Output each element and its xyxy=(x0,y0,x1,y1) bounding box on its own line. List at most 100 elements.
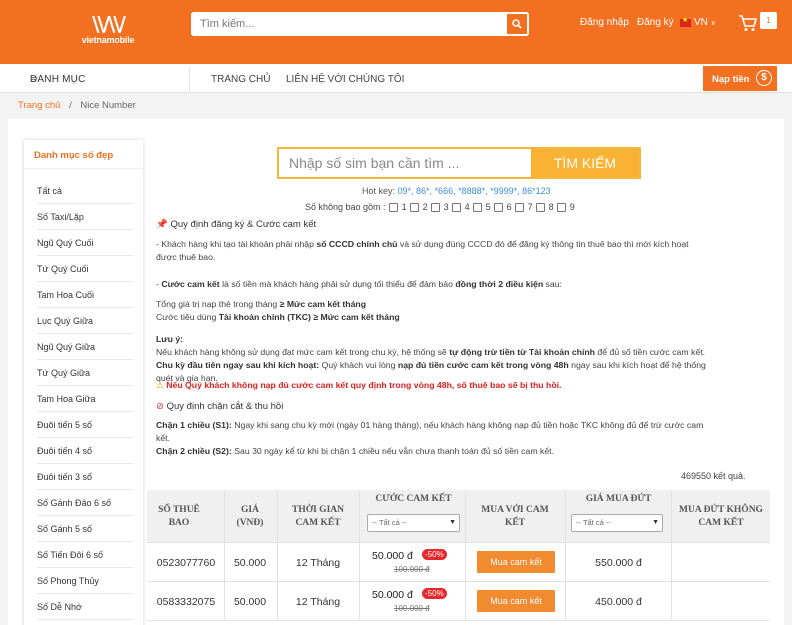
text-bold: Chặn 1 chiều (S1): xyxy=(156,420,232,430)
exclude-checkbox-6[interactable]: 6 xyxy=(493,202,512,212)
sidebar-item-duoi-tien-4[interactable]: Đuôi tiến 4 số xyxy=(37,438,133,464)
text-bold: Cước cam kết xyxy=(161,279,220,289)
sidebar-item-tam-hoa-giua[interactable]: Tam Hoa Giữa xyxy=(37,386,133,412)
sidebar-item-taxi[interactable]: Số Taxi/Lặp xyxy=(37,204,133,230)
hotkey-row: Hot key: 09*, 86*, *666, *8888*, *9999*,… xyxy=(362,186,551,196)
checkbox-box[interactable] xyxy=(556,202,566,212)
sidebar-item-tam-hoa-cuoi[interactable]: Tam Hoa Cuối xyxy=(37,282,133,308)
checkbox-label: 7 xyxy=(527,202,533,212)
search-button[interactable] xyxy=(505,12,529,36)
language-selector[interactable]: VN ∨ xyxy=(694,17,716,28)
header-text: GIÁ xyxy=(241,504,259,515)
checkbox-box[interactable] xyxy=(493,202,503,212)
col-outright: GIÁ MUA ĐỨT xyxy=(585,494,652,504)
commit-price: 50.000 đ xyxy=(372,550,413,562)
hamburger-icon: ≡ xyxy=(30,74,37,86)
outright-filter-select[interactable]: -- Tất cả -- ▼ xyxy=(571,514,663,532)
sidebar-item-all[interactable]: Tất cả xyxy=(37,178,133,204)
warning-message: Nếu Quý khách không nạp đủ cước cam kết … xyxy=(166,380,562,390)
checkbox-label: 2 xyxy=(422,202,428,212)
category-menu-toggle[interactable]: DANH MỤC ≡ xyxy=(18,67,190,91)
sidebar-item-ganh-dao-6[interactable]: Số Gánh Đảo 6 số xyxy=(37,490,133,516)
divider xyxy=(277,490,278,621)
buy-commit-button[interactable]: Mua cam kết xyxy=(477,551,555,573)
text: Cước tiêu dùng xyxy=(156,312,219,322)
nav-home[interactable]: TRANG CHỦ xyxy=(211,74,270,85)
breadcrumb-home[interactable]: Trang chủ xyxy=(18,100,60,111)
sidebar-item-luc-quy-giua[interactable]: Lục Quý Giữa xyxy=(37,308,133,334)
sim-search-input[interactable] xyxy=(279,149,531,177)
pin-icon: 📌 xyxy=(156,219,168,230)
text: Quý khách vui lòng xyxy=(319,360,398,370)
checkbox-box[interactable] xyxy=(535,202,545,212)
sidebar-item-phong-thuy[interactable]: Số Phong Thủy xyxy=(37,568,133,594)
site-search-input[interactable] xyxy=(191,12,503,36)
cell-price: 50.000 xyxy=(233,557,267,569)
warning-icon: ⚠ xyxy=(156,380,164,390)
sidebar-item-de-nho[interactable]: Số Dễ Nhớ xyxy=(37,594,133,620)
text: để đủ số tiền cước cam kết. xyxy=(595,347,706,357)
sidebar-item-tien-doi-6[interactable]: Số Tiến Đôi 6 số xyxy=(37,542,133,568)
sidebar-item-tu-quy-giua[interactable]: Tứ Quý Giữa xyxy=(37,360,133,386)
exclude-checkbox-9[interactable]: 9 xyxy=(556,202,575,212)
text: Sau 30 ngày kể từ khi bị chặn 1 chiều nế… xyxy=(231,446,554,456)
text-bold: Chặn 2 chiều (S2): xyxy=(156,446,232,456)
checkbox-box[interactable] xyxy=(451,202,461,212)
checkbox-label: 5 xyxy=(485,202,491,212)
vietnam-flag-icon xyxy=(680,16,691,27)
col-price: GIÁ (VNĐ) xyxy=(225,490,275,543)
sidebar-item-ganh-5[interactable]: Số Gánh 5 số xyxy=(37,516,133,542)
site-search xyxy=(191,12,529,36)
checkbox-box[interactable] xyxy=(409,202,419,212)
sidebar-item-ngu-quy-cuoi[interactable]: Ngũ Quý Cuối xyxy=(37,230,133,256)
header-text: SỐ THUÊ xyxy=(158,504,200,515)
header-text: MUA ĐỨT KHÔNG xyxy=(679,504,763,515)
exclude-checkbox-5[interactable]: 5 xyxy=(472,202,491,212)
col-period: THỜI GIAN CAM KẾT xyxy=(278,490,358,543)
cart-icon[interactable] xyxy=(738,14,758,32)
register-link[interactable]: Đăng ký xyxy=(637,17,674,28)
rule-paragraph-2: - Cước cam kết là số tiền mà khách hàng … xyxy=(156,278,768,291)
commit-filter-select[interactable]: -- Tất cả -- ▼ xyxy=(367,514,460,532)
cart-count-badge: 1 xyxy=(760,12,777,29)
divider xyxy=(359,490,360,621)
hotkey-label: Hot key: xyxy=(362,186,396,196)
nav-contact[interactable]: LIÊN HỆ VỚI CHÚNG TÔI xyxy=(286,74,404,85)
exclude-checkbox-4[interactable]: 4 xyxy=(451,202,470,212)
checkbox-box[interactable] xyxy=(514,202,524,212)
top-header: \\/\\/ vietnamobile Đăng nhập Đăng ký VN… xyxy=(0,0,792,64)
topup-button[interactable]: Nạp tiền $ xyxy=(703,66,777,91)
exclude-checkbox-8[interactable]: 8 xyxy=(535,202,554,212)
sidebar-item-duoi-tien-5[interactable]: Đuôi tiến 5 số xyxy=(37,412,133,438)
sim-search-button[interactable]: TÌM KIẾM xyxy=(531,149,639,177)
exclude-checkbox-1[interactable]: 1 xyxy=(388,202,407,212)
col-no-commit: MUA ĐỨT KHÔNG CAM KẾT xyxy=(672,490,770,543)
cell-outright: 450.000 đ xyxy=(595,596,642,608)
sidebar-item-ngu-quy-giua[interactable]: Ngũ Quý Giữa xyxy=(37,334,133,360)
exclude-checkbox-2[interactable]: 2 xyxy=(409,202,428,212)
commit-original-price: 100.000 đ xyxy=(394,604,430,613)
checkbox-box[interactable] xyxy=(388,202,398,212)
login-link[interactable]: Đăng nhập xyxy=(580,17,629,28)
warning-text: ⚠ Nếu Quý khách không nạp đủ cước cam kế… xyxy=(156,379,768,392)
exclude-checkbox-3[interactable]: 3 xyxy=(430,202,449,212)
table-header: SỐ THUÊ BAO GIÁ (VNĐ) THỜI GIAN CAM KẾT CƯỚ… xyxy=(147,490,770,543)
cell-number: 0523077760 xyxy=(156,557,216,569)
sidebar-item-duoi-tien-3[interactable]: Đuôi tiến 3 số xyxy=(37,464,133,490)
commit-price: 50.000 đ xyxy=(372,589,413,601)
hotkey-links[interactable]: 09*, 86*, *666, *8888*, *9999*, 86*123 xyxy=(398,186,551,196)
sidebar-item-tu-quy-cuoi[interactable]: Tứ Quý Cuối xyxy=(37,256,133,282)
discount-badge: -50% xyxy=(422,588,447,599)
text-bold: số CCCD chính chủ xyxy=(316,239,398,249)
header-text: (VNĐ) xyxy=(236,517,264,528)
text: là số tiền mà khách hàng phải sử dụng tố… xyxy=(219,279,456,289)
checkbox-box[interactable] xyxy=(472,202,482,212)
exclude-checkbox-7[interactable]: 7 xyxy=(514,202,533,212)
divider xyxy=(224,490,225,621)
buy-commit-button[interactable]: Mua cam kết xyxy=(477,590,555,612)
checkbox-box[interactable] xyxy=(430,202,440,212)
table-row: 0583332075 50.000 12 Tháng 50.000 đ -50%… xyxy=(147,583,770,621)
cut-rules-text: Chặn 1 chiều (S1): Ngay khi sang chu kỳ … xyxy=(156,419,768,458)
rule-paragraph-1: - Khách hàng khi tạo tài khoản phải nhập… xyxy=(156,238,768,264)
vietnamobile-logo[interactable]: \\/\\/ vietnamobile xyxy=(78,14,138,48)
